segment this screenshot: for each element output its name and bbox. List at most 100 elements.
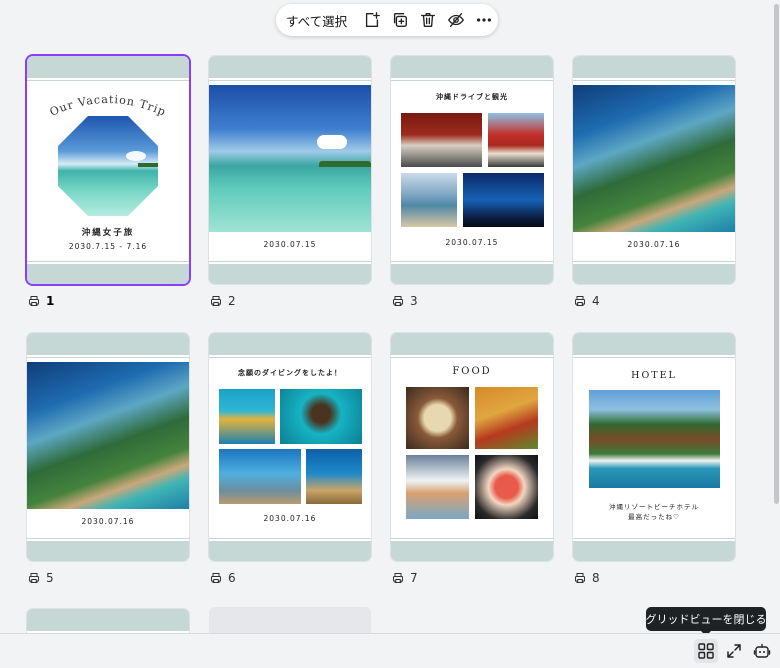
- assistant-button[interactable]: [750, 639, 774, 663]
- fullscreen-icon: [727, 644, 741, 658]
- page-band-bottom: [391, 541, 553, 561]
- hide-icon[interactable]: [447, 10, 465, 30]
- page-label-6: 6: [210, 571, 236, 585]
- page-rule: [27, 261, 189, 262]
- print-icon: [575, 573, 585, 583]
- island: [319, 161, 371, 167]
- page-3-dolphin-photo: [401, 173, 457, 227]
- page-number: 1: [46, 294, 55, 308]
- page-2-date: 2030.07.15: [263, 240, 317, 249]
- page-6-turtle-photo: [280, 389, 362, 444]
- page-thumbnail-2[interactable]: 2030.07.15: [209, 56, 371, 284]
- select-all-button[interactable]: すべて選択: [286, 11, 347, 30]
- page-thumbnail-3[interactable]: 沖縄ドライブと観光 2030.07.15: [391, 56, 553, 284]
- page-rule: [209, 261, 371, 262]
- page-1-octagon-photo: [58, 116, 158, 216]
- svg-text:Our Vacation Trip: Our Vacation Trip: [48, 93, 168, 119]
- page-number: 3: [410, 294, 418, 308]
- page-7-taco-photo: [475, 387, 538, 449]
- print-icon: [211, 573, 221, 583]
- page-4-coast-photo: [573, 85, 735, 232]
- page-band-bottom: [209, 541, 371, 561]
- page-label-4: 4: [574, 294, 600, 308]
- page-rule: [209, 357, 371, 358]
- page-label-8: 8: [574, 571, 600, 585]
- page-8-hotel-photo: [589, 390, 720, 488]
- page-number: 4: [592, 294, 600, 308]
- trash-icon[interactable]: [419, 10, 437, 30]
- page-number: 8: [592, 571, 600, 585]
- page-band-top: [27, 56, 189, 78]
- more-icon[interactable]: [475, 10, 493, 30]
- page-band-top: [209, 56, 371, 78]
- page-rule: [573, 538, 735, 539]
- page-band-bottom: [27, 541, 189, 561]
- page-3-temple-photo: [401, 113, 482, 167]
- cloud: [317, 135, 347, 149]
- grid-view-button[interactable]: [694, 639, 718, 663]
- page-2-beach-photo: [209, 85, 371, 232]
- page-6-fish-photo: [219, 389, 275, 444]
- page-thumbnail-7[interactable]: FOOD: [391, 333, 553, 561]
- page-rule: [391, 357, 553, 358]
- page-band-top: [573, 333, 735, 355]
- page-rule: [27, 538, 189, 539]
- page-label-7: 7: [392, 571, 418, 585]
- page-1-title: Our Vacation Trip: [48, 93, 167, 119]
- page-6-coral-photo: [306, 449, 362, 504]
- assistant-icon: [753, 643, 771, 658]
- page-5-coast-photo: [27, 362, 189, 509]
- page-8-caption-line2: 最高だったね♡: [628, 513, 680, 521]
- print-icon: [29, 573, 39, 583]
- bottom-bar: [0, 633, 780, 668]
- page-band-bottom: [391, 264, 553, 284]
- page-band-top: [573, 56, 735, 78]
- duplicate-icon[interactable]: [391, 10, 409, 30]
- page-band-bottom: [209, 264, 371, 284]
- page-3-castle-photo: [488, 113, 544, 167]
- page-4-date: 2030.07.16: [627, 240, 681, 249]
- page-1-date: 2030.7.15 - 7.16: [68, 242, 148, 251]
- grid-view-icon: [698, 643, 714, 659]
- print-icon: [211, 296, 221, 306]
- page-rule: [573, 357, 735, 358]
- fullscreen-button[interactable]: [722, 639, 746, 663]
- page-6-title: 念願のダイビングをしたよ！: [238, 369, 342, 377]
- page-number: 6: [228, 571, 236, 585]
- page-8-caption-line1: 沖縄リゾートビーチホテル: [609, 503, 699, 511]
- page-thumbnail-8[interactable]: HOTEL 沖縄リゾートビーチホテル 最高だったね♡: [573, 333, 735, 561]
- page-7-breakfast-photo: [406, 455, 469, 519]
- page-6-diver-photo: [219, 449, 301, 504]
- page-number: 7: [410, 571, 418, 585]
- page-3-title: 沖縄ドライブと観光: [436, 93, 508, 101]
- page-7-noodle-photo: [406, 387, 469, 449]
- page-8-title: HOTEL: [631, 370, 677, 381]
- page-band-top: [27, 333, 189, 355]
- scrollbar-thumb[interactable]: [774, 4, 779, 504]
- page-band-bottom: [27, 264, 189, 284]
- print-icon: [575, 296, 585, 306]
- page-band-top: [209, 333, 371, 355]
- page-thumbnail-1[interactable]: Our Vacation Trip 沖縄女子旅 2030.7.15 - 7.16: [27, 56, 189, 284]
- page-number: 2: [228, 294, 236, 308]
- page-3-date: 2030.07.15: [445, 238, 499, 247]
- page-rule: [573, 261, 735, 262]
- page-3-aquarium-photo: [463, 173, 544, 227]
- page-thumbnail-4[interactable]: 2030.07.16: [573, 56, 735, 284]
- page-rule: [27, 357, 189, 358]
- page-label-5: 5: [28, 571, 54, 585]
- page-thumbnail-6[interactable]: 念願のダイビングをしたよ！ 2030.07.16: [209, 333, 371, 561]
- page-label-2: 2: [210, 294, 236, 308]
- page-7-seafood-bowl-photo: [475, 455, 538, 519]
- page-7-title: FOOD: [452, 366, 492, 377]
- page-thumbnail-5[interactable]: 2030.07.16: [27, 333, 189, 561]
- print-icon: [393, 573, 403, 583]
- add-page-icon[interactable]: [363, 10, 381, 30]
- page-band-bottom: [573, 541, 735, 561]
- scrollbar[interactable]: [772, 0, 780, 632]
- print-icon: [393, 296, 403, 306]
- page-number: 5: [46, 571, 54, 585]
- page-rule: [209, 80, 371, 81]
- page-band-top: [391, 333, 553, 355]
- page-band-top: [27, 609, 189, 631]
